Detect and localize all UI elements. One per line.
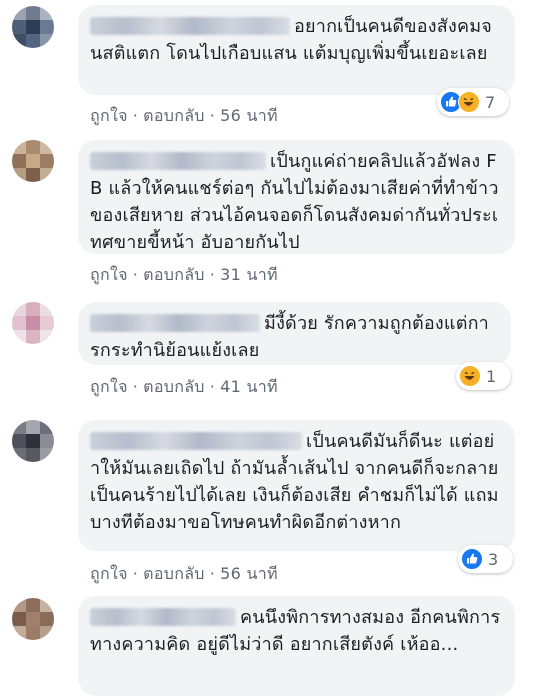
reply-link[interactable]: ตอบกลับ: [143, 377, 205, 396]
separator-dot: ·: [132, 564, 139, 583]
reaction-summary[interactable]: 1: [456, 362, 511, 390]
avatar[interactable]: [12, 6, 54, 48]
comment-bubble: เป็นคนดีมันก็ดีนะ แต่อย่าให้มันเลยเถิดไป…: [78, 420, 515, 551]
like-link[interactable]: ถูกใจ: [90, 564, 128, 583]
reply-link[interactable]: ตอบกลับ: [143, 265, 205, 284]
separator-dot: ·: [132, 106, 139, 125]
avatar[interactable]: [12, 420, 54, 462]
separator-dot: ·: [132, 265, 139, 284]
comment-time[interactable]: 56 นาที: [220, 106, 278, 125]
haha-icon: [458, 91, 480, 113]
reply-link[interactable]: ตอบกลับ: [143, 564, 205, 583]
commenter-name[interactable]: [90, 608, 236, 626]
separator-dot: ·: [209, 106, 216, 125]
haha-icon: [459, 365, 481, 387]
comment-time[interactable]: 56 นาที: [220, 564, 278, 583]
separator-dot: ·: [132, 377, 139, 396]
commenter-name[interactable]: [90, 432, 302, 450]
like-link[interactable]: ถูกใจ: [90, 377, 128, 396]
reaction-summary[interactable]: 7: [437, 88, 509, 116]
like-icon: [461, 548, 483, 570]
comment-bubble: มีงี้ด้วย รักความถูกต้องแต่การกระทำนิย้อ…: [78, 302, 511, 365]
separator-dot: ·: [209, 377, 216, 396]
commenter-name[interactable]: [90, 152, 266, 170]
separator-dot: ·: [209, 265, 216, 284]
like-link[interactable]: ถูกใจ: [90, 106, 128, 125]
comment-bubble: อยากเป็นคนดีของสังคมจนสติแตก โดนไปเกือบแ…: [78, 5, 515, 95]
avatar[interactable]: [12, 302, 54, 344]
reaction-count: 7: [485, 92, 496, 112]
separator-dot: ·: [209, 564, 216, 583]
reply-link[interactable]: ตอบกลับ: [143, 106, 205, 125]
comment-bubble: คนนึงพิการทางสมอง อีกคนพิการทางความคิด อ…: [78, 596, 515, 696]
avatar[interactable]: [12, 598, 54, 640]
comment-actions: ถูกใจ · ตอบกลับ · 31 นาที: [90, 263, 278, 288]
avatar[interactable]: [12, 140, 54, 182]
comment-actions: ถูกใจ · ตอบกลับ · 41 นาที: [90, 375, 278, 400]
comment-bubble: เป็นกูแค่ถ่ายคลิปแล้วอัฟลง FB แล้วให้คนแ…: [78, 140, 515, 254]
commenter-name[interactable]: [90, 314, 260, 332]
like-link[interactable]: ถูกใจ: [90, 265, 128, 284]
reaction-count: 1: [486, 366, 497, 386]
commenter-name[interactable]: [90, 17, 290, 35]
reaction-summary[interactable]: 3: [458, 545, 513, 573]
comment-time[interactable]: 41 นาที: [220, 377, 278, 396]
comment-actions: ถูกใจ · ตอบกลับ · 56 นาที: [90, 562, 278, 587]
comment-time[interactable]: 31 นาที: [220, 265, 278, 284]
comment-actions: ถูกใจ · ตอบกลับ · 56 นาที: [90, 104, 278, 129]
reaction-count: 3: [488, 549, 499, 569]
